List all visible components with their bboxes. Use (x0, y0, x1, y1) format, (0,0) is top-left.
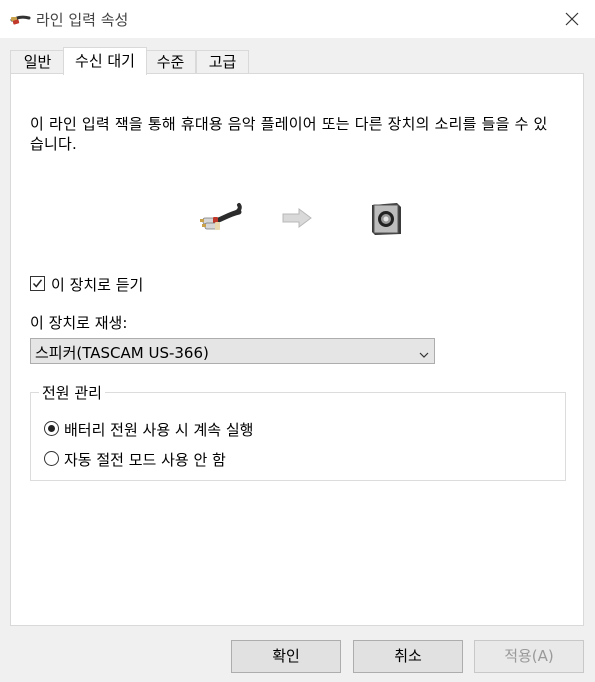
playback-device-select[interactable]: 스피커(TASCAM US-366) (30, 338, 435, 364)
listen-checkbox[interactable] (30, 276, 45, 291)
tab-levels[interactable]: 수준 (145, 50, 196, 74)
radio-selected-dot (48, 425, 55, 432)
apply-button[interactable]: 적용(A) (474, 640, 584, 673)
power-option-disable-sleep-label[interactable]: 자동 절전 모드 사용 안 함 (64, 449, 226, 470)
power-management-group: 전원 관리 배터리 전원 사용 시 계속 실행 자동 절전 모드 사용 안 함 (30, 382, 566, 481)
tab-general[interactable]: 일반 (10, 50, 65, 74)
speaker-icon (369, 201, 403, 241)
ok-button[interactable]: 확인 (231, 640, 341, 673)
window-title: 라인 입력 속성 (36, 11, 129, 29)
power-management-title: 전원 관리 (39, 382, 105, 403)
radio-disable-auto-sleep[interactable] (44, 451, 59, 466)
playback-device-label: 이 장치로 재생: (30, 314, 128, 332)
close-icon (565, 12, 579, 26)
checkmark-icon (32, 279, 43, 288)
arrow-right-icon (281, 208, 313, 232)
close-button[interactable] (549, 0, 595, 38)
chevron-down-icon (419, 347, 429, 363)
line-in-cable-icon (9, 8, 33, 28)
tab-advanced[interactable]: 고급 (196, 50, 249, 74)
power-option-continue-label[interactable]: 배터리 전원 사용 시 계속 실행 (64, 419, 253, 440)
tab-panel-listen: 이 라인 입력 잭을 통해 휴대용 음악 플레이어 또는 다른 장치의 소리를 … (10, 73, 584, 626)
playback-device-value: 스피커(TASCAM US-366) (35, 344, 209, 362)
listen-description: 이 라인 입력 잭을 통해 휴대용 음악 플레이어 또는 다른 장치의 소리를 … (30, 115, 548, 153)
tab-listen[interactable]: 수신 대기 (63, 47, 147, 75)
radio-continue-on-battery[interactable] (44, 421, 59, 436)
line-in-cable-icon (199, 200, 243, 236)
cancel-button[interactable]: 취소 (353, 640, 463, 673)
title-bar: 라인 입력 속성 (0, 0, 595, 38)
listen-checkbox-label[interactable]: 이 장치로 듣기 (51, 274, 143, 295)
